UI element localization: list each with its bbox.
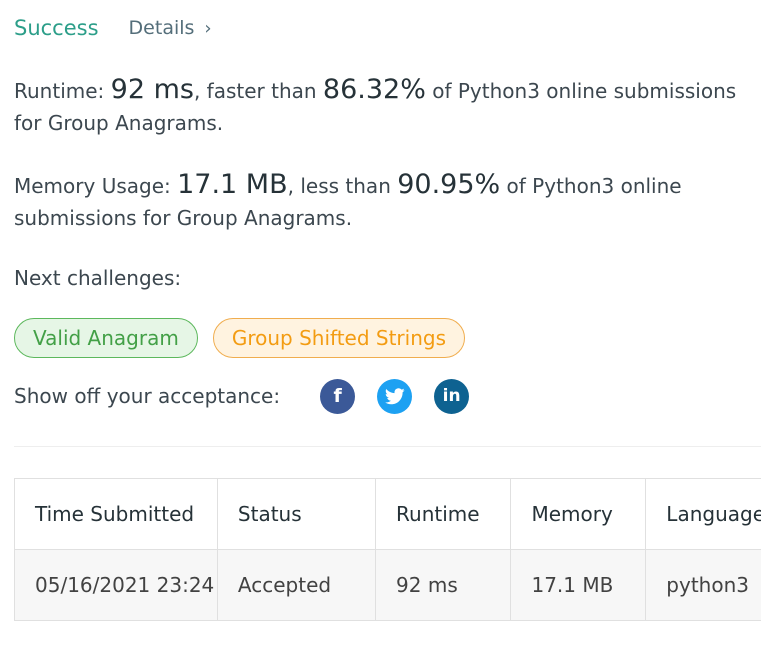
challenge-group-shifted-strings[interactable]: Group Shifted Strings: [212, 318, 465, 358]
runtime-value: 92 ms: [110, 74, 194, 105]
section-divider: [14, 446, 761, 447]
challenge-valid-anagram[interactable]: Valid Anagram: [14, 318, 198, 358]
memory-value: 17.1 MB: [177, 169, 288, 200]
runtime-percent: 86.32%: [322, 74, 426, 105]
cell-language: python3: [645, 549, 761, 621]
details-label: Details: [128, 17, 195, 39]
next-challenges-label: Next challenges:: [14, 266, 182, 290]
memory-stat: Memory Usage: 17.1 MB, less than 90.95% …: [14, 169, 759, 234]
cell-memory: 17.1 MB: [510, 549, 647, 621]
linkedin-icon[interactable]: in: [434, 378, 470, 414]
column-header-runtime[interactable]: Runtime: [375, 478, 512, 550]
cell-status-accepted-link[interactable]: Accepted: [216, 549, 377, 621]
result-status-title: Success: [14, 16, 99, 40]
table-row: 05/16/2021 23:24 Accepted 92 ms 17.1 MB …: [14, 549, 761, 621]
chevron-right-icon: ›: [204, 17, 212, 39]
next-challenges-list: Valid Anagram Group Shifted Strings: [14, 318, 465, 358]
share-label: Show off your acceptance:: [14, 384, 281, 408]
column-header-time-submitted[interactable]: Time Submitted: [14, 478, 218, 550]
runtime-label: Runtime:: [14, 79, 111, 103]
column-header-language[interactable]: Language: [645, 478, 761, 550]
memory-percent: 90.95%: [397, 169, 501, 200]
submissions-table: Time Submitted Status Runtime Memory Lan…: [14, 478, 761, 621]
facebook-icon[interactable]: f: [320, 378, 356, 414]
result-header: Success Details ›: [14, 12, 212, 44]
twitter-icon[interactable]: [377, 378, 413, 414]
cell-runtime: 92 ms: [375, 549, 512, 621]
twitter-bird-shape: [384, 387, 405, 404]
share-row: Show off your acceptance: f in: [14, 378, 470, 414]
runtime-stat: Runtime: 92 ms, faster than 86.32% of Py…: [14, 74, 759, 139]
memory-label: Memory Usage:: [14, 174, 178, 198]
cell-time-submitted: 05/16/2021 23:24: [14, 549, 218, 621]
table-header-row: Time Submitted Status Runtime Memory Lan…: [14, 478, 761, 550]
column-header-status[interactable]: Status: [216, 478, 377, 550]
runtime-comparison: , faster than: [193, 79, 323, 103]
details-link[interactable]: Details ›: [129, 17, 212, 39]
memory-comparison: , less than: [287, 174, 398, 198]
column-header-memory[interactable]: Memory: [510, 478, 647, 550]
